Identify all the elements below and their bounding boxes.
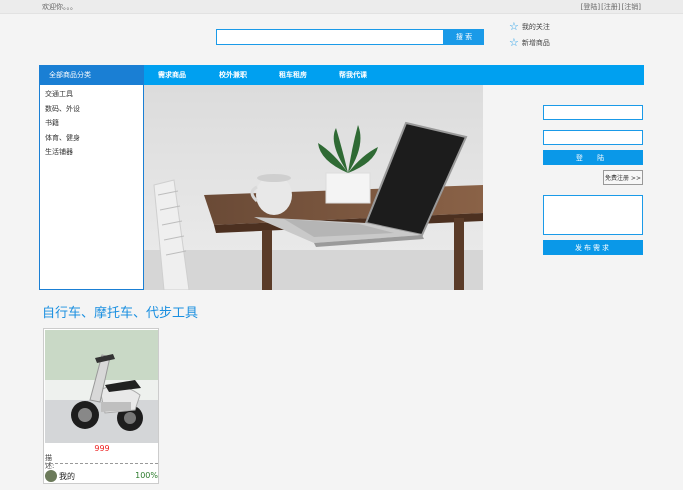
new-items-label: 新增商品 — [521, 38, 550, 47]
login-button[interactable]: 登 陆 — [543, 150, 643, 165]
product-desc-label: 描述: — [45, 454, 55, 470]
my-follow-label: 我的关注 — [521, 22, 550, 31]
product-price: 999 — [94, 444, 110, 453]
category-item[interactable]: 体育、健身 — [45, 133, 80, 143]
rating-percent: 100% — [135, 471, 158, 480]
username-field[interactable] — [543, 105, 643, 120]
top-bar: 欢迎你。。。 [登陆][注册][注销] — [0, 0, 683, 14]
product-card[interactable]: 999 描述: 我的 100% — [43, 328, 159, 484]
section-title: 自行车、摩托车、代步工具 — [42, 306, 199, 321]
category-panel: 交通工具 数码、外设 书籍 体育、健身 生活铺器 — [39, 85, 144, 290]
login-link[interactable]: [登陆] — [581, 3, 600, 11]
nav-item-parttime[interactable]: 校外兼职 — [219, 65, 247, 85]
category-item[interactable]: 数码、外设 — [45, 104, 80, 114]
product-image[interactable] — [45, 330, 158, 443]
category-item[interactable]: 交通工具 — [45, 89, 73, 99]
nav-item-class-help[interactable]: 帮我代课 — [339, 65, 367, 85]
banner-image — [144, 85, 483, 290]
search-button[interactable]: 搜 索 — [444, 29, 484, 45]
my-follow-link[interactable]: ☆ 我的关注 — [509, 21, 550, 32]
register-link[interactable]: [注册] — [601, 3, 620, 11]
product-footer: 我的 100% — [45, 469, 158, 483]
password-field[interactable] — [543, 130, 643, 145]
avatar[interactable] — [45, 470, 57, 482]
account-links: [登陆][注册][注销] — [580, 2, 641, 12]
category-item[interactable]: 生活铺器 — [45, 147, 73, 157]
category-item[interactable]: 书籍 — [45, 118, 59, 128]
search-input[interactable] — [216, 29, 444, 45]
new-items-link[interactable]: ☆ 新增商品 — [509, 37, 550, 48]
star-outline-icon: ☆ — [509, 20, 519, 33]
logout-link[interactable]: [注销] — [622, 3, 641, 11]
welcome-text: 欢迎你。。。 — [42, 3, 77, 11]
nav-item-rental[interactable]: 租车租房 — [279, 65, 307, 85]
main-nav: 全部商品分类 需求商品 校外兼职 租车租房 帮我代课 — [39, 65, 644, 85]
star-outline-icon: ☆ — [509, 36, 519, 49]
all-categories-tab[interactable]: 全部商品分类 — [39, 65, 144, 85]
post-demand-button[interactable]: 发布需求 — [543, 240, 643, 255]
divider — [45, 463, 158, 464]
owner-name[interactable]: 我的 — [59, 471, 75, 482]
nav-item-demand[interactable]: 需求商品 — [158, 65, 186, 85]
free-register-button[interactable]: 免费注册 >> — [603, 170, 643, 185]
demand-textarea[interactable] — [543, 195, 643, 235]
